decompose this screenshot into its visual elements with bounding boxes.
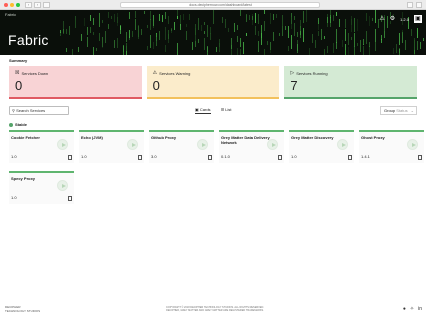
list-view-label: List: [225, 107, 232, 112]
search-icon: ⚲: [12, 108, 15, 113]
page-footer: DECIPHER TECHNOLOGY STUDIOS COPYRIGHT © …: [0, 304, 426, 316]
search-placeholder: Search Services: [16, 108, 46, 113]
browser-chrome: ‹ › docs.deciphernow.com/dashboard/lates…: [0, 0, 426, 10]
services-down-icon: ☒: [15, 70, 20, 76]
sidebar-toggle-button[interactable]: [43, 1, 50, 8]
service-cards-grid: Cookie Fetcher 1.0 Echo (JVM) 1.0 Github…: [0, 127, 426, 204]
service-version: 1.0: [291, 154, 297, 159]
view-switcher: ▣ Cards ☰ List: [195, 107, 232, 114]
page-title: Fabric: [8, 32, 49, 48]
document-icon[interactable]: [138, 155, 142, 160]
summary-cards: ☒ Services Down 0 ⚠ Services Warning 0 ▷ Se…: [0, 63, 426, 99]
service-card[interactable]: Grey Matter Discovery 1.0: [289, 130, 354, 163]
summary-card-title: Services Running: [296, 70, 328, 76]
service-version: 1.0: [11, 154, 17, 159]
group-value: Status: [396, 108, 408, 113]
app-header: Fabric Fabric ⚠ ⚙ 1.2.0 ▣: [0, 10, 426, 55]
service-name: Cookie Fetcher: [11, 135, 40, 140]
running-icon: ▷: [290, 70, 295, 76]
status-bar: [284, 97, 418, 99]
play-icon[interactable]: [127, 139, 138, 150]
service-version: 1.0: [81, 154, 87, 159]
service-name: Grey Matter Discovery: [291, 135, 334, 140]
play-icon[interactable]: [407, 139, 418, 150]
cards-view-tab[interactable]: ▣ Cards: [195, 107, 211, 114]
twitter-icon[interactable]: ✧: [410, 306, 414, 312]
service-name: Grey Matter Data Delivery Network: [221, 135, 270, 145]
service-card[interactable]: Cookie Fetcher 1.0: [9, 130, 74, 163]
window-controls: [4, 2, 20, 7]
forward-button[interactable]: ›: [34, 1, 41, 8]
linkedin-icon[interactable]: in: [418, 306, 422, 312]
section-label: Stable: [15, 122, 28, 127]
summary-card-title: Services Down: [21, 70, 49, 76]
github-icon[interactable]: ●: [403, 306, 406, 312]
play-icon[interactable]: [197, 139, 208, 150]
group-label: Group: [384, 108, 396, 113]
service-name: Github Proxy: [151, 135, 177, 140]
share-button[interactable]: [407, 2, 413, 8]
services-down-card[interactable]: ☒ Services Down 0: [9, 66, 142, 99]
document-icon[interactable]: [348, 155, 352, 160]
status-bar: [146, 97, 280, 99]
services-warning-count: 0: [152, 78, 160, 93]
list-view-tab[interactable]: ☰ List: [221, 107, 232, 114]
service-card[interactable]: Echo (JVM) 1.0: [79, 130, 144, 163]
copyright-line-2: DECIPHER, GREY MATTER AND GREY MATTER AR…: [166, 309, 264, 312]
service-version: 3.0: [151, 154, 157, 159]
alert-icon[interactable]: ⚠: [379, 16, 384, 23]
exit-icon[interactable]: ▣: [414, 15, 422, 23]
copyright-text: COPYRIGHT © 2018 DECIPHER TECHNOLOGY STU…: [140, 306, 290, 312]
services-running-card[interactable]: ▷ Services Running 7: [284, 66, 418, 99]
maximize-window-button[interactable]: [16, 2, 20, 7]
close-window-button[interactable]: [4, 2, 8, 7]
status-bar: [9, 97, 142, 99]
service-card[interactable]: Grey Matter Data Delivery Network 0.1.0: [219, 130, 284, 163]
services-running-count: 7: [290, 78, 298, 93]
cards-view-label: Cards: [199, 107, 211, 112]
service-version: 0.1.0: [221, 154, 230, 159]
service-name: Specy Proxy: [11, 176, 36, 181]
footer-logo[interactable]: DECIPHER TECHNOLOGY STUDIOS: [5, 305, 41, 313]
stable-status-icon: [9, 122, 13, 127]
services-toolbar: ⚲ Search Services ▣ Cards ☰ List Group S…: [0, 106, 426, 118]
service-version: 1.4.1: [361, 154, 370, 159]
service-card[interactable]: Specy Proxy 1.0: [9, 171, 74, 204]
play-icon[interactable]: [57, 139, 68, 150]
play-icon[interactable]: [57, 180, 68, 191]
document-icon[interactable]: [68, 155, 72, 160]
breadcrumb[interactable]: Fabric: [5, 12, 16, 17]
service-name: Echo (JVM): [81, 135, 103, 140]
chevron-down-icon: ⌄: [410, 108, 414, 113]
summary-card-title: Services Warning: [159, 70, 191, 76]
tabs-button[interactable]: [416, 2, 422, 8]
group-by-select[interactable]: Group Status ⌄: [380, 106, 417, 115]
services-down-count: 0: [15, 78, 23, 93]
document-icon[interactable]: [208, 155, 212, 160]
service-card[interactable]: Ghost Proxy 1.4.1: [359, 130, 424, 163]
services-warning-card[interactable]: ⚠ Services Warning 0: [146, 66, 280, 99]
service-card[interactable]: Github Proxy 3.0: [149, 130, 214, 163]
document-icon[interactable]: [68, 196, 72, 201]
search-input[interactable]: ⚲ Search Services: [9, 106, 69, 115]
settings-icon[interactable]: ⚙: [390, 16, 395, 23]
back-button[interactable]: ‹: [25, 1, 32, 8]
version-label: 1.2.0: [400, 16, 409, 22]
service-name: Ghost Proxy: [361, 135, 385, 140]
play-icon[interactable]: [267, 139, 278, 150]
document-icon[interactable]: [418, 155, 422, 160]
document-icon[interactable]: [278, 155, 282, 160]
play-icon[interactable]: [337, 139, 348, 150]
warning-icon: ⚠: [152, 70, 158, 76]
address-bar[interactable]: docs.deciphernow.com/dashboard/latest: [120, 2, 320, 8]
logo-line-2: TECHNOLOGY STUDIOS: [5, 308, 41, 313]
header-matrix-background: [60, 10, 424, 55]
minimize-window-button[interactable]: [10, 2, 14, 7]
service-version: 1.0: [11, 195, 17, 200]
